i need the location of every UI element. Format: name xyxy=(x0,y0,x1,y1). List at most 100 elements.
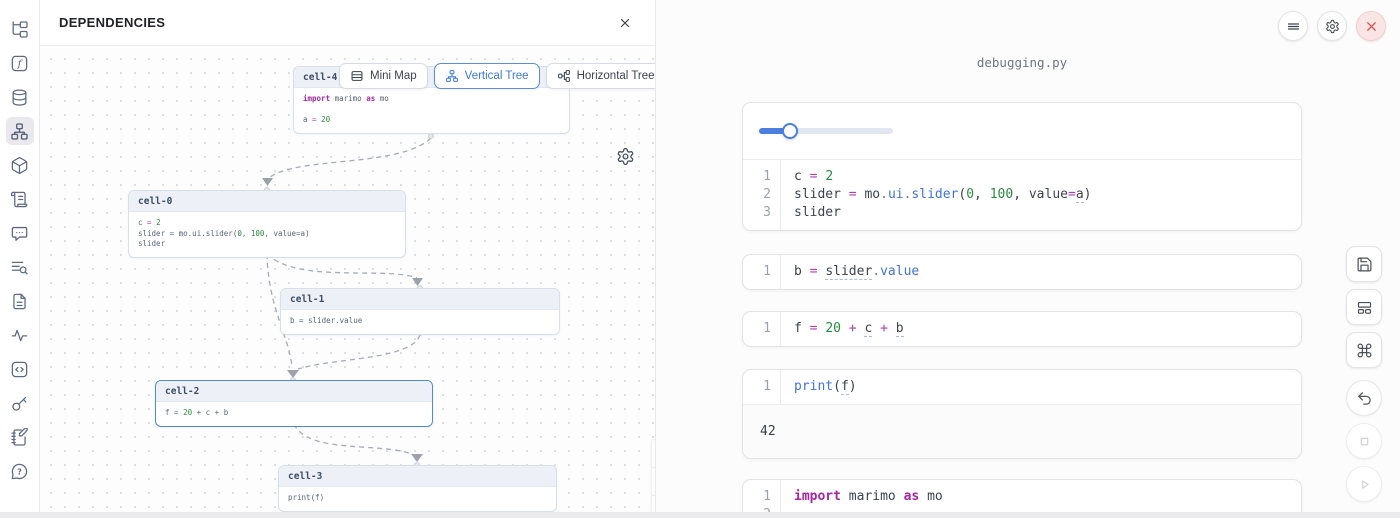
sidebar-snippets-button[interactable] xyxy=(6,355,34,383)
graph-node-cell-3[interactable]: cell-3print(f) xyxy=(278,465,557,512)
sidebar-data-sources-button[interactable] xyxy=(6,83,34,111)
help-bubble-icon: ? xyxy=(10,462,29,481)
left-sidebar: f? xyxy=(0,0,40,518)
node-title: cell-2 xyxy=(156,381,432,402)
menu-icon xyxy=(1286,19,1301,34)
horizontal-tree-button[interactable]: Horizontal Tree xyxy=(546,63,655,89)
cell-editor[interactable]: 1print(f) xyxy=(743,370,1301,404)
node-code-preview: f = 20 + c + b xyxy=(156,402,432,426)
dependencies-panel: DEPENDENCIES xyxy=(40,0,656,518)
bottom-scrollbar[interactable] xyxy=(0,512,1400,518)
node-code-preview: import marimo as mo a = 20 xyxy=(294,88,569,133)
command-icon xyxy=(1356,342,1373,359)
list-search-icon xyxy=(10,258,29,277)
svg-text:f: f xyxy=(17,58,24,70)
play-icon xyxy=(1356,476,1373,493)
code-lines[interactable]: b = slider.value xyxy=(781,255,919,289)
zoom-out-button[interactable] xyxy=(651,467,655,495)
edge-cell0-cell1 xyxy=(267,254,417,278)
line-numbers: 1 xyxy=(743,370,781,404)
dependency-graph-canvas[interactable]: cell-4import marimo as mo a = 20cell-0c … xyxy=(40,46,655,518)
svg-text:?: ? xyxy=(17,467,22,476)
layout-icon xyxy=(1356,299,1373,316)
chat-bubble-icon xyxy=(10,224,29,243)
save-button[interactable] xyxy=(1346,246,1382,282)
line-numbers: 1 xyxy=(743,312,781,346)
cube-icon xyxy=(10,156,29,175)
sidebar-help-button[interactable]: ? xyxy=(6,457,34,485)
edge-cell1-cell2 xyxy=(298,335,420,369)
activity-pulse-icon xyxy=(10,326,29,345)
notebook-settings-button[interactable] xyxy=(1317,11,1347,41)
notebook-menu-button[interactable] xyxy=(1278,11,1308,41)
sidebar-packages-button[interactable] xyxy=(6,151,34,179)
interrupt-button[interactable] xyxy=(1346,423,1382,459)
sidebar-runtime-button[interactable] xyxy=(6,321,34,349)
shutdown-button[interactable] xyxy=(1356,11,1386,41)
mini-map-button[interactable]: Mini Map xyxy=(339,63,428,89)
notebook-filename[interactable]: debugging.py xyxy=(742,55,1302,70)
undo-button[interactable] xyxy=(1346,380,1382,416)
notebook-cell-cell-print[interactable]: 1print(f)42 xyxy=(742,369,1302,459)
gear-icon xyxy=(616,147,635,166)
undo-icon xyxy=(1356,390,1373,407)
slider-widget[interactable] xyxy=(759,128,893,134)
vertical-tree-button[interactable]: Vertical Tree xyxy=(434,63,540,89)
code-box-icon xyxy=(10,360,29,379)
code-lines[interactable]: c = 2slider = mo.ui.slider(0, 100, value… xyxy=(781,160,1091,230)
edge-cell4-cell0 xyxy=(269,138,431,178)
notebook-cell-cell-b[interactable]: 1b = slider.value xyxy=(742,254,1302,290)
run-button[interactable] xyxy=(1346,466,1382,502)
graph-node-cell-0[interactable]: cell-0c = 2slider = mo.ui.slider(0, 100,… xyxy=(128,190,406,258)
cell-editor[interactable]: 1f = 20 + c + b xyxy=(743,312,1301,346)
notebook-cell-cell-slider[interactable]: 123c = 2slider = mo.ui.slider(0, 100, va… xyxy=(742,102,1302,231)
sidebar-file-explorer-button[interactable] xyxy=(6,15,34,43)
close-icon xyxy=(1364,19,1379,34)
code-lines[interactable]: print(f) xyxy=(781,370,857,404)
sidebar-tracebacks-button[interactable] xyxy=(6,253,34,281)
cell-output-slider xyxy=(743,103,1301,159)
line-numbers: 123 xyxy=(743,160,781,230)
scroll-icon xyxy=(10,190,29,209)
notebook-cell-cell-f[interactable]: 1f = 20 + c + b xyxy=(742,311,1302,347)
sidebar-chat-button[interactable] xyxy=(6,219,34,247)
sidebar-secrets-button[interactable] xyxy=(6,389,34,417)
notebook-top-buttons xyxy=(1278,11,1386,41)
command-palette-button[interactable] xyxy=(1346,332,1382,368)
graph-view-toolbar: Mini MapVertical TreeHorizontal Tree xyxy=(339,63,655,89)
graph-node-cell-2[interactable]: cell-2f = 20 + c + b xyxy=(155,380,433,427)
node-title: cell-1 xyxy=(281,289,559,310)
graph-node-cell-1[interactable]: cell-1b = slider.value xyxy=(280,288,560,335)
cell-editor[interactable]: 1b = slider.value xyxy=(743,255,1301,289)
code-lines[interactable]: f = 20 + c + b xyxy=(781,312,904,346)
node-code-preview: b = slider.value xyxy=(281,310,559,334)
app-window: f? DEPENDENCIES xyxy=(0,0,1400,518)
graph-settings-button[interactable] xyxy=(616,147,635,171)
node-title: cell-3 xyxy=(279,466,556,487)
edge-cell2-cell3 xyxy=(294,424,412,454)
slider-thumb[interactable] xyxy=(782,123,798,139)
network-graph-icon xyxy=(10,122,29,141)
line-numbers: 1 xyxy=(743,255,781,289)
sidebar-variables-button[interactable]: f xyxy=(6,49,34,77)
dependencies-panel-title: DEPENDENCIES xyxy=(59,15,165,30)
sidebar-dependency-graph-button[interactable] xyxy=(6,117,34,145)
document-icon xyxy=(10,292,29,311)
key-icon xyxy=(10,394,29,413)
tree-horizontal-icon xyxy=(557,69,571,83)
rows-icon xyxy=(350,69,364,83)
close-dependencies-button[interactable] xyxy=(614,12,636,34)
notebook-cells: 123c = 2slider = mo.ui.slider(0, 100, va… xyxy=(742,102,1302,518)
database-icon xyxy=(10,88,29,107)
notebook-area: debugging.py 123c = 2slider = mo.ui.slid… xyxy=(656,0,1400,518)
node-code-preview: print(f) xyxy=(279,487,556,511)
node-title: cell-0 xyxy=(129,191,405,212)
cell-editor[interactable]: 123c = 2slider = mo.ui.slider(0, 100, va… xyxy=(743,159,1301,230)
zoom-in-button[interactable] xyxy=(651,439,655,467)
sidebar-scratchpad-button[interactable] xyxy=(6,423,34,451)
sidebar-documentation-button[interactable] xyxy=(6,287,34,315)
gear-icon xyxy=(1325,19,1340,34)
sidebar-logs-button[interactable] xyxy=(6,185,34,213)
app-layout-button[interactable] xyxy=(1346,289,1382,325)
function-square-icon: f xyxy=(10,54,29,73)
